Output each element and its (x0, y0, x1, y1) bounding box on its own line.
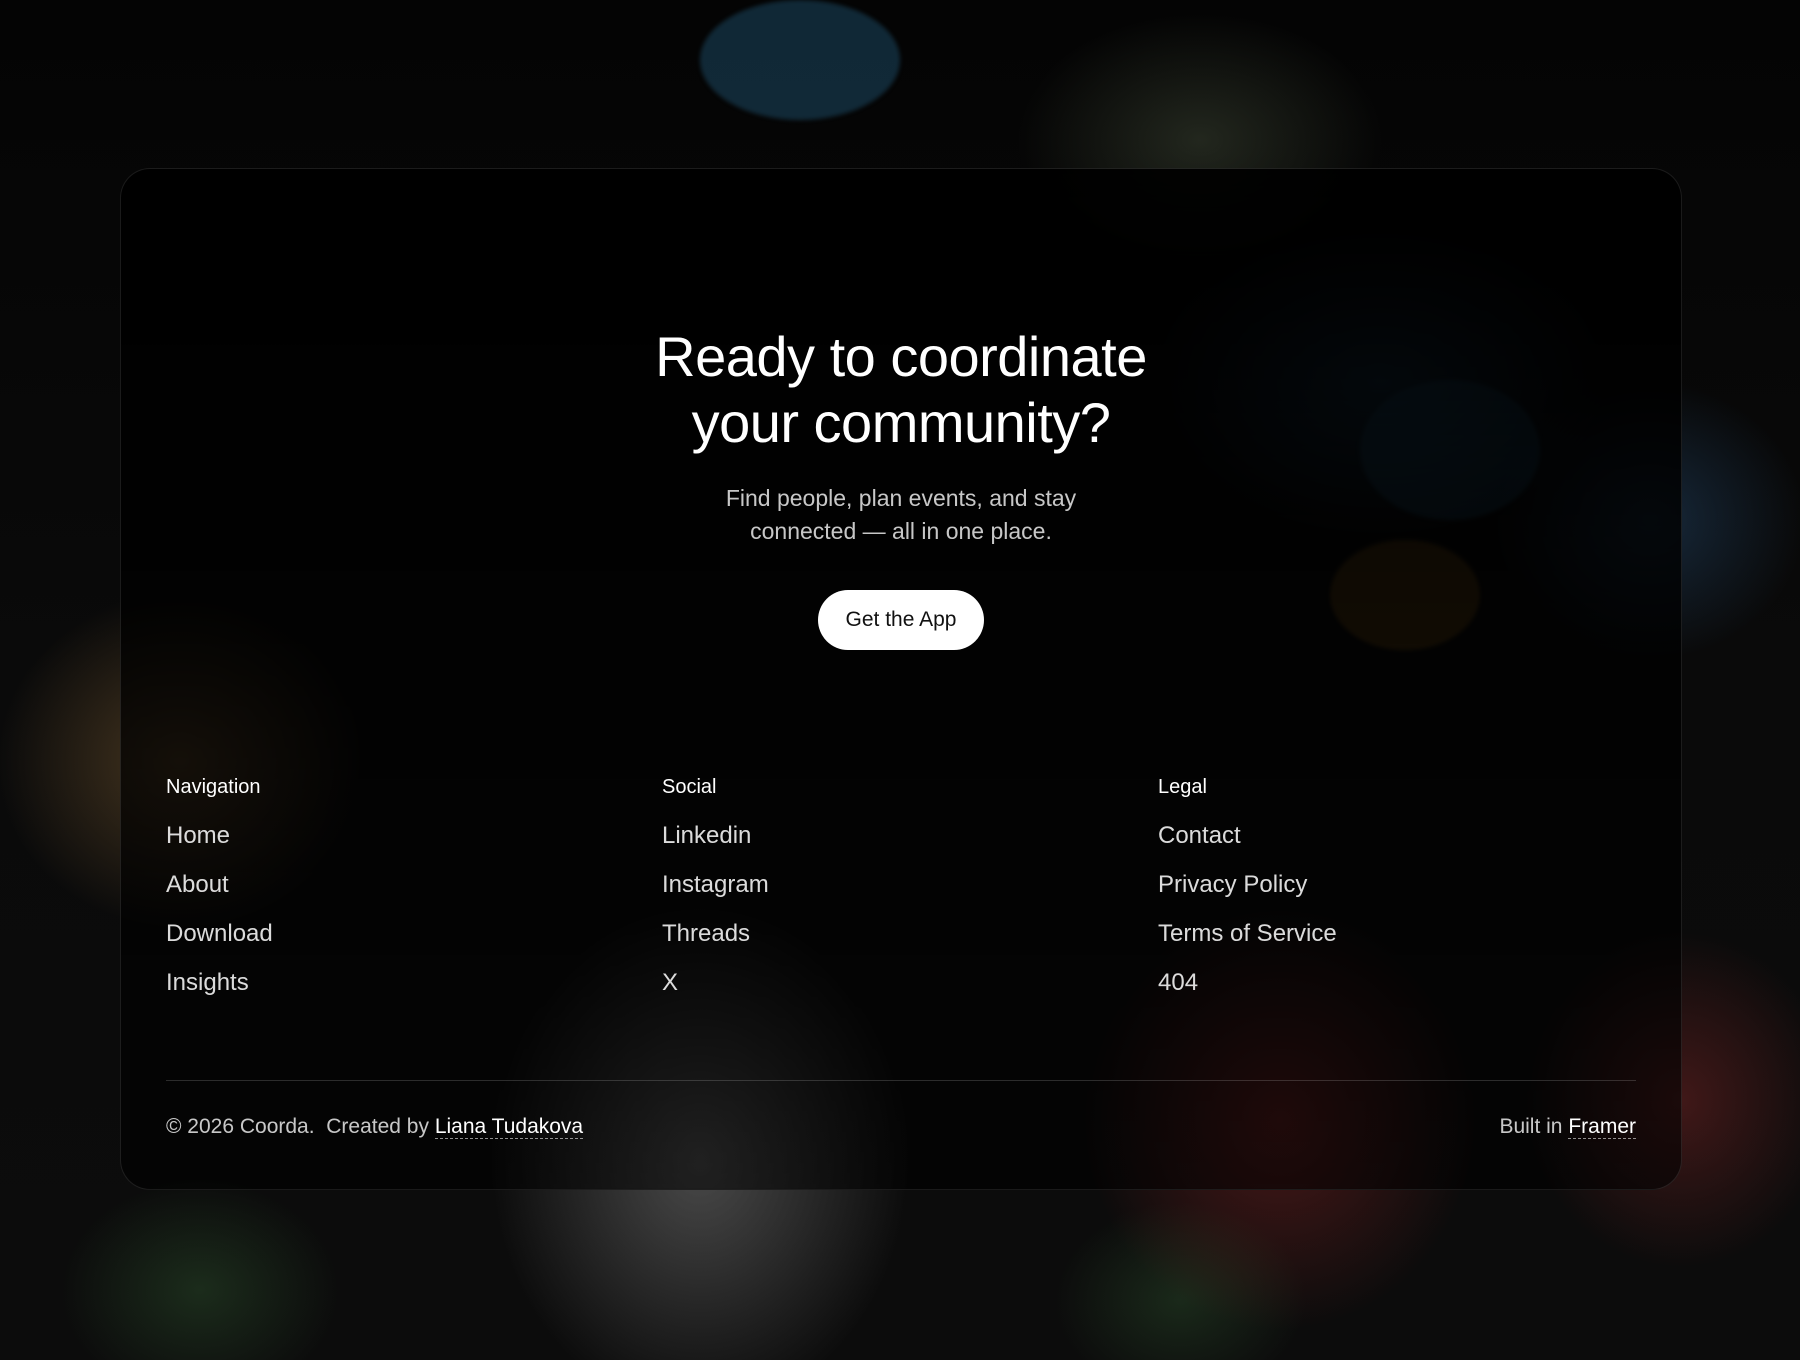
copyright-line: © 2026 Coorda. Created by Liana Tudakova (166, 1112, 584, 1142)
footer-link-instagram[interactable]: Instagram (662, 871, 769, 898)
footer-link-columns: Navigation Home About Download Insights … (166, 774, 1636, 1014)
footer-column-navigation: Navigation Home About Download Insights (166, 774, 273, 1007)
cta-footer-card: Ready to coordinate your community? Find… (120, 168, 1682, 1190)
footer-link-about[interactable]: About (166, 871, 229, 898)
footer-link-x[interactable]: X (662, 969, 678, 996)
footer-column-legal: Legal Contact Privacy Policy Terms of Se… (1158, 774, 1337, 1007)
page-background: Ready to coordinate your community? Find… (0, 0, 1800, 1360)
built-in-line: Built in Framer (1499, 1112, 1636, 1142)
footer-link-threads[interactable]: Threads (662, 920, 750, 947)
created-by-label: Created by (326, 1115, 429, 1138)
footer-link-404[interactable]: 404 (1158, 969, 1198, 996)
footer-link-insights[interactable]: Insights (166, 969, 249, 996)
footer-link-linkedin[interactable]: Linkedin (662, 822, 751, 849)
hero-subtitle: Find people, plan events, and stay conne… (725, 485, 1077, 544)
hero-title-line-2: your community? (691, 391, 1111, 454)
footer-column-heading: Navigation (166, 776, 261, 798)
background-photo-plate-1 (700, 0, 900, 120)
copyright-text: © 2026 Coorda. (166, 1115, 315, 1138)
footer-link-terms-of-service[interactable]: Terms of Service (1158, 920, 1337, 947)
footer-divider (166, 1080, 1636, 1081)
author-link[interactable]: Liana Tudakova (434, 1115, 584, 1139)
footer-link-contact[interactable]: Contact (1158, 822, 1241, 849)
footer-link-privacy-policy[interactable]: Privacy Policy (1158, 871, 1307, 898)
footer-column-heading: Legal (1158, 776, 1207, 798)
footer-column-heading: Social (662, 776, 717, 798)
footer-column-social: Social Linkedin Instagram Threads X (662, 774, 769, 1007)
built-in-label: Built in (1499, 1115, 1563, 1138)
footer-bottom-bar: © 2026 Coorda. Created by Liana Tudakova… (166, 1112, 1636, 1142)
framer-link[interactable]: Framer (1568, 1115, 1636, 1139)
hero-title-line-1: Ready to coordinate (655, 325, 1147, 388)
footer-link-home[interactable]: Home (166, 822, 230, 849)
get-the-app-button[interactable]: Get the App (817, 590, 985, 650)
hero-title: Ready to coordinate your community? (121, 324, 1681, 456)
footer-link-download[interactable]: Download (166, 920, 273, 947)
hero-section: Ready to coordinate your community? Find… (121, 324, 1681, 650)
